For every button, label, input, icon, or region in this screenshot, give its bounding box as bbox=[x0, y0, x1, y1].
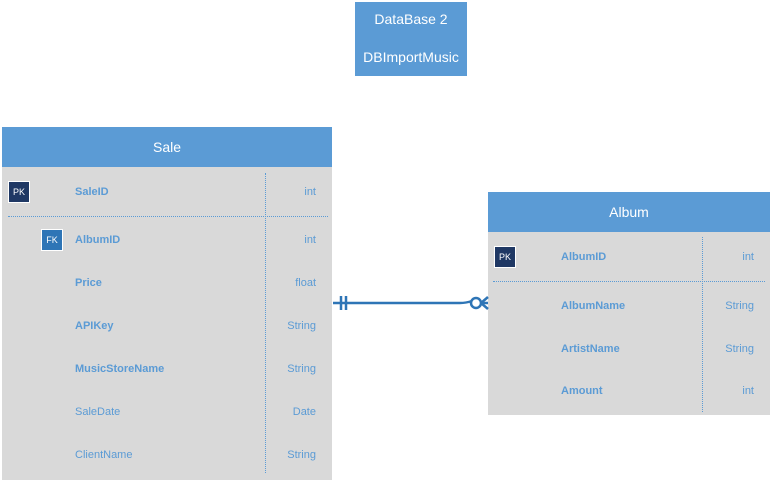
zero-circle bbox=[469, 296, 483, 310]
relationship-connector[interactable] bbox=[0, 0, 772, 481]
relationship-line bbox=[333, 296, 489, 310]
